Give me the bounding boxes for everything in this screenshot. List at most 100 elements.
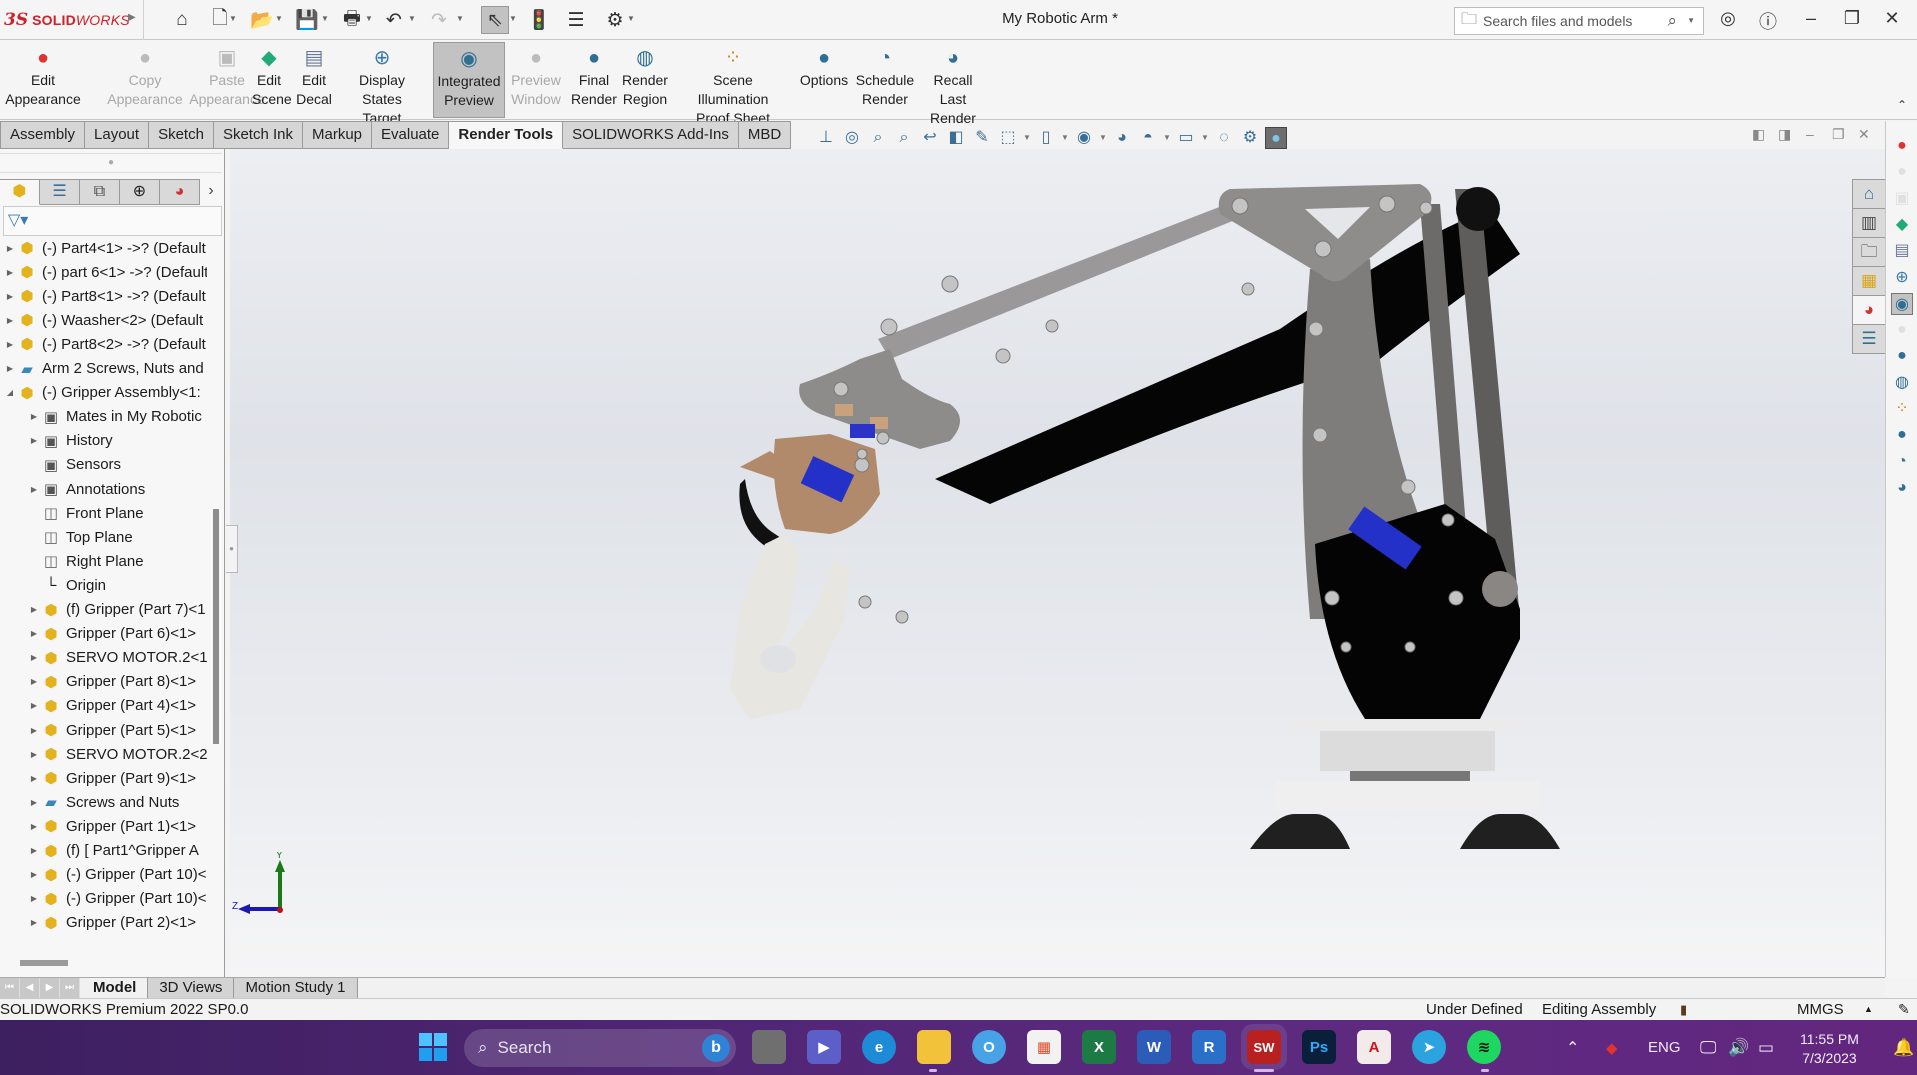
display-style-icon[interactable]: ▯ — [1035, 127, 1057, 149]
task-pane-tab-file-explorer[interactable]: 🗀 — [1852, 237, 1885, 267]
tab-assembly[interactable]: Assembly — [0, 121, 86, 149]
expand-arrow-icon[interactable]: ▶ — [28, 629, 40, 638]
robotic-arm-model[interactable] — [230, 149, 1885, 977]
save-icon[interactable]: 💾 — [293, 6, 321, 34]
start-button[interactable] — [416, 1030, 450, 1064]
taskbar-telegram[interactable]: ➤ — [1412, 1030, 1446, 1064]
expand-arrow-icon[interactable]: ▶ — [28, 774, 40, 783]
expand-arrow-icon[interactable]: ▶ — [28, 436, 40, 445]
notifications-icon[interactable]: 🔔 — [1893, 1020, 1914, 1075]
solidworks-logo[interactable]: 3S SOLIDWORKS — [4, 8, 130, 32]
taskbar-microsoft-store[interactable]: ▦ — [1027, 1030, 1061, 1064]
viewport-next-icon[interactable]: ◨ — [1778, 126, 1791, 148]
tree-item[interactable]: ▶ ⬢ Gripper (Part 5)<1> — [0, 718, 207, 742]
expand-arrow-icon[interactable]: ▶ — [4, 268, 16, 277]
tree-item[interactable]: ◢ ⬢ (-) Gripper Assembly<1: — [0, 381, 207, 405]
expand-arrow-icon[interactable]: ▶ — [28, 798, 40, 807]
expand-arrow-icon[interactable]: ▶ — [4, 316, 16, 325]
view-settings-icon[interactable]: ▭ — [1175, 127, 1197, 149]
undo-dropdown-icon[interactable]: ▼ — [408, 14, 416, 23]
select-icon[interactable]: ⇖ — [481, 6, 509, 34]
tab-configuration-manager[interactable]: ⧉ — [80, 179, 120, 205]
expand-arrow-icon[interactable]: ▶ — [28, 485, 40, 494]
collapse-arrow-icon[interactable]: ◢ — [4, 388, 16, 397]
taskbar-search[interactable]: ⌕ Search b — [464, 1029, 736, 1067]
tree-item[interactable]: ◫ Right Plane — [0, 549, 207, 573]
tree-item[interactable]: ▶ ⬢ Gripper (Part 6)<1> — [0, 622, 207, 646]
view-orientation-normal-icon[interactable]: ⊥ — [815, 127, 837, 149]
redo-dropdown-icon[interactable]: ▼ — [456, 14, 464, 23]
side-recall-last-render-icon[interactable]: ◕ — [1891, 477, 1913, 499]
customize-icon[interactable]: ✎ — [1898, 999, 1910, 1020]
search-dropdown-icon[interactable]: ▼ — [1687, 16, 1695, 25]
tree-horizontal-scrollbar[interactable] — [20, 960, 68, 966]
file-properties-icon[interactable]: ☰ — [562, 6, 590, 34]
tree-item[interactable]: ◫ Front Plane — [0, 501, 207, 525]
tab-render-tools[interactable]: Render Tools — [449, 121, 564, 149]
bottom-tab-3d-views[interactable]: 3D Views — [148, 978, 235, 998]
taskbar-revit[interactable]: R — [1192, 1030, 1226, 1064]
tree-item[interactable]: ▶ ⬢ (-) Part8<1> ->? (Default — [0, 284, 207, 308]
tree-item[interactable]: ▶ ▣ Mates in My Robotic — [0, 405, 207, 429]
show-hidden-icons[interactable]: ⌃ — [1566, 1020, 1579, 1075]
task-pane-tab-custom-properties[interactable]: ☰ — [1852, 324, 1885, 354]
tree-item[interactable]: ▶ ⬢ SERVO MOTOR.2<1> — [0, 646, 207, 670]
collapse-ribbon-icon[interactable]: ⌃ — [1897, 98, 1907, 112]
zoom-to-area-icon[interactable]: ⌕ — [893, 127, 915, 149]
tree-item[interactable]: ▶ ▣ History — [0, 429, 207, 453]
taskbar-solidworks-2022[interactable]: SW — [1241, 1024, 1287, 1070]
filter-icon[interactable]: ▽▾ — [8, 212, 28, 229]
side-render-region-icon[interactable]: ◍ — [1891, 372, 1913, 394]
tab-sketch[interactable]: Sketch — [149, 121, 214, 149]
integrated-preview-icon[interactable]: ● — [1265, 127, 1287, 149]
tree-item[interactable]: └ Origin — [0, 573, 207, 597]
tree-item[interactable]: ▶ ⬢ Gripper (Part 4)<1> — [0, 694, 207, 718]
expand-arrow-icon[interactable]: ▶ — [28, 677, 40, 686]
side-edit-decal-icon[interactable]: ▤ — [1891, 240, 1913, 262]
ribbon-button-final-render[interactable]: ● Final Render — [565, 42, 623, 118]
prev-tab-icon[interactable]: ◀ — [20, 978, 40, 998]
tree-item[interactable]: ▶ ⬢ (f) [ Part1^Gripper A — [0, 839, 207, 863]
bottom-tab-motion-study-1[interactable]: Motion Study 1 — [234, 978, 358, 998]
display-style-dropdown-icon[interactable]: ▼ — [1061, 127, 1069, 149]
viewport-close-icon[interactable]: ✕ — [1858, 126, 1870, 148]
expand-arrow-icon[interactable]: ▶ — [28, 750, 40, 759]
home-icon[interactable]: ⌂ — [168, 6, 196, 34]
side-final-render-icon[interactable]: ● — [1891, 345, 1913, 367]
taskbar-file-explorer[interactable] — [917, 1030, 951, 1064]
ribbon-button-render-region[interactable]: ◍ Render Region — [620, 42, 670, 118]
expand-arrow-icon[interactable]: ▶ — [28, 605, 40, 614]
viewport-minimize-icon[interactable]: – — [1806, 126, 1814, 148]
tab-sketch-ink[interactable]: Sketch Ink — [213, 121, 303, 149]
tree-item[interactable]: ▶ ⬢ SERVO MOTOR.2<2> — [0, 742, 207, 766]
print-icon[interactable]: 🖶 — [338, 6, 366, 34]
expand-arrow-icon[interactable]: ▶ — [4, 340, 16, 349]
taskbar-teams-meet[interactable]: ▶ — [807, 1030, 841, 1064]
help-icon[interactable]: ⓘ — [1754, 8, 1782, 34]
language-indicator[interactable]: ENG — [1648, 1020, 1681, 1075]
account-icon[interactable]: ◎ — [1714, 8, 1742, 29]
network-icon[interactable]: 🖵 — [1700, 1020, 1716, 1075]
rendering-options-icon[interactable]: ⚙ — [1239, 127, 1261, 149]
hide-show-items-icon[interactable]: ◉ — [1073, 127, 1095, 149]
open-dropdown-icon[interactable]: ▼ — [275, 14, 283, 23]
side-display-states-target-icon[interactable]: ⊕ — [1891, 267, 1913, 289]
ribbon-button-scene-illumination-proof-sheet[interactable]: ⁘ Scene Illumination Proof Sheet — [677, 42, 789, 126]
first-tab-icon[interactable]: ⏮ — [0, 978, 20, 998]
side-edit-appearance-icon[interactable]: ● — [1891, 135, 1913, 157]
task-pane-tab-solidworks-resources[interactable]: ⌂ — [1852, 179, 1885, 209]
taskbar-spotify[interactable]: ≋ — [1467, 1030, 1501, 1064]
options-dropdown-icon[interactable]: ▼ — [627, 14, 635, 23]
minimize-button[interactable]: – — [1797, 8, 1825, 29]
next-tab-icon[interactable]: ▶ — [40, 978, 60, 998]
taskbar-excel[interactable]: X — [1082, 1030, 1116, 1064]
tree-item[interactable]: ▶ ▰ Screws and Nuts — [0, 790, 207, 814]
expand-arrow-icon[interactable]: ▶ — [4, 364, 16, 373]
task-pane-tab-view-palette[interactable]: ▦ — [1852, 266, 1885, 296]
tree-item[interactable]: ▣ Sensors — [0, 453, 207, 477]
undo-icon[interactable]: ↶ — [380, 6, 408, 34]
redo-icon[interactable]: ↷ — [425, 6, 453, 34]
search-input[interactable]: Search files and models — [1483, 13, 1632, 29]
tree-item[interactable]: ▶ ⬢ (-) Part4<1> ->? (Default — [0, 236, 207, 260]
ribbon-button-edit-decal[interactable]: ▤ Edit Decal — [295, 42, 333, 118]
